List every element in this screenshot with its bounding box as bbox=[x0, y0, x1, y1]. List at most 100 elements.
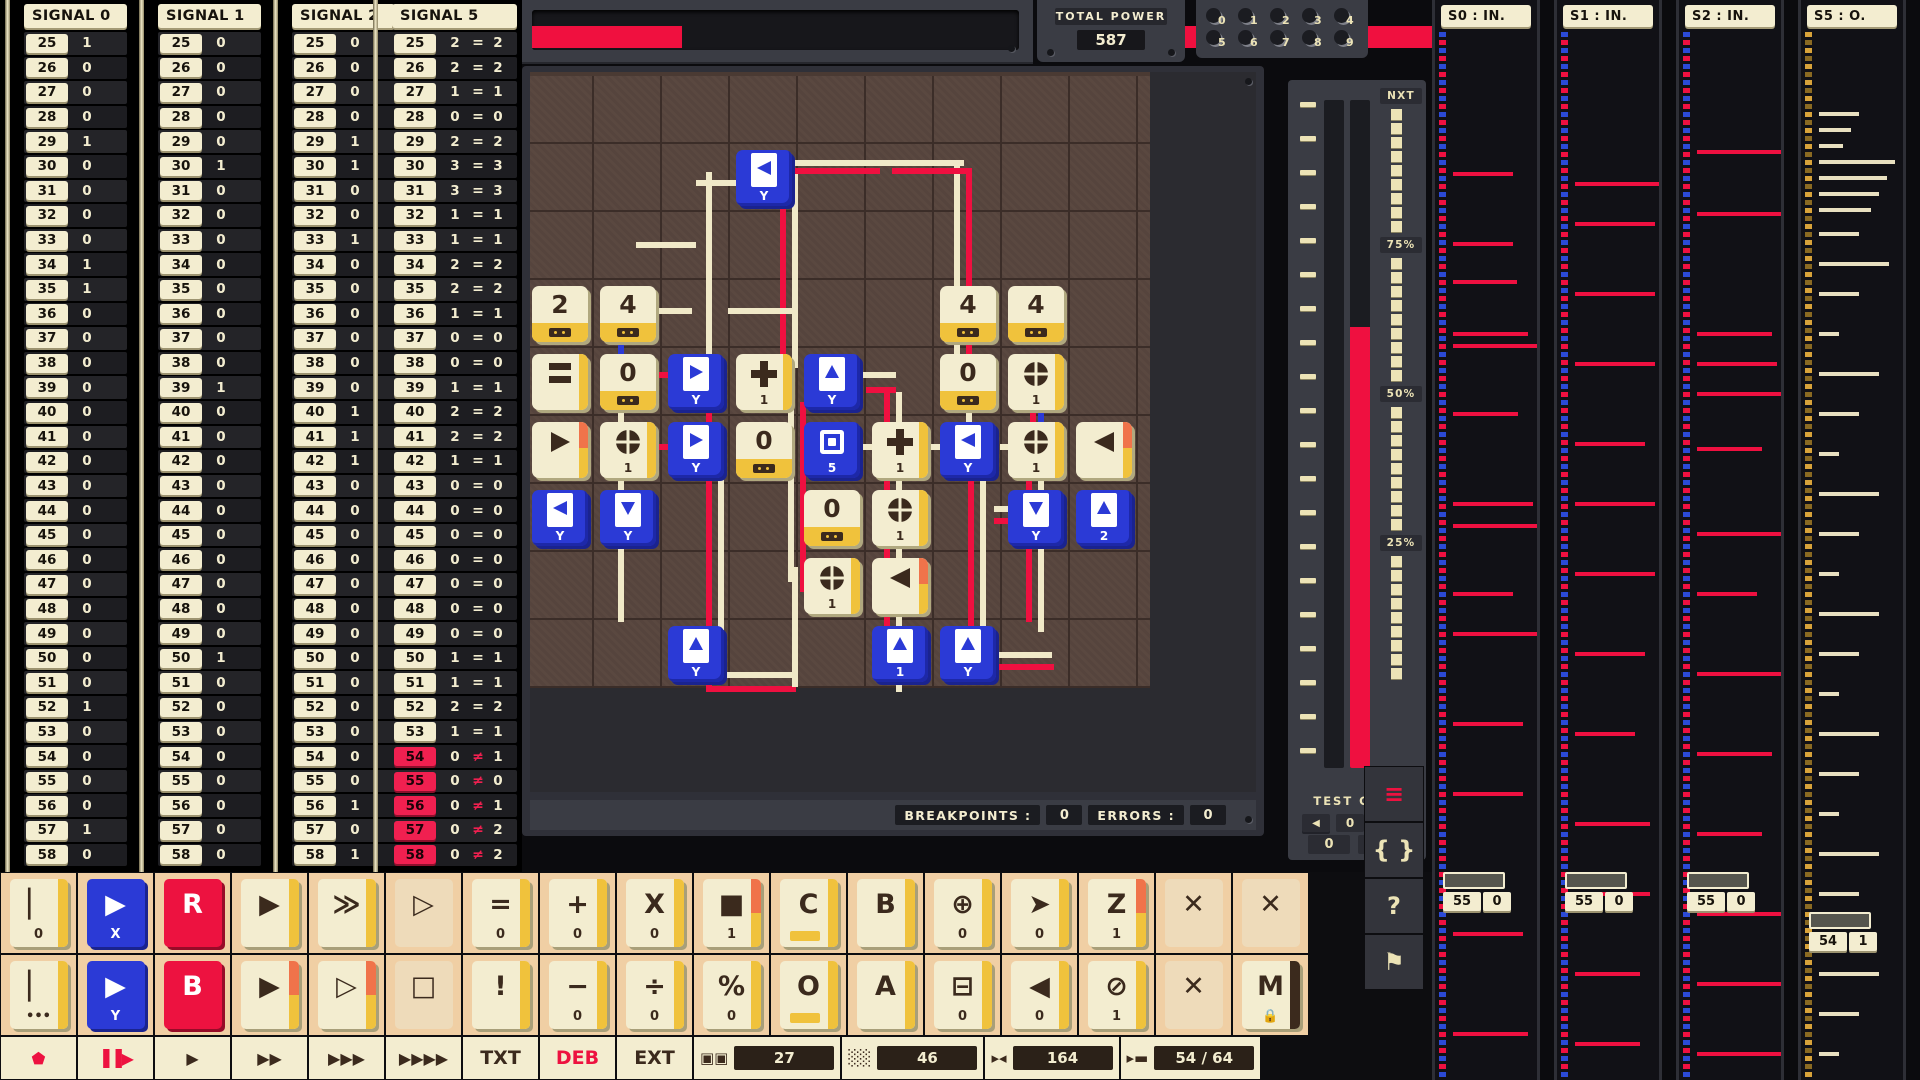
circuit-node[interactable] bbox=[1076, 422, 1132, 478]
toolbar-tile[interactable]: ⊕0 bbox=[934, 879, 992, 947]
circuit-node[interactable]: 4 bbox=[600, 286, 656, 342]
toolbar-tile[interactable]: ▷ bbox=[318, 961, 376, 1029]
toolbar-counter[interactable]: ▸◂164 bbox=[984, 1036, 1119, 1080]
toolbar-tile[interactable]: ▶ bbox=[241, 961, 299, 1029]
toolbar-tile-slot[interactable]: ▶Y bbox=[77, 954, 154, 1036]
circuit-wire[interactable] bbox=[886, 160, 964, 166]
signal-row[interactable]: 303=3 bbox=[392, 154, 522, 179]
signal-row[interactable]: 330 bbox=[158, 228, 266, 253]
circuit-node[interactable]: 1 bbox=[872, 626, 928, 682]
signal-row[interactable]: 310 bbox=[158, 179, 266, 204]
flag-icon[interactable]: ⚑ bbox=[1364, 934, 1424, 990]
signal-row[interactable]: 342=2 bbox=[392, 252, 522, 277]
toolbar-tile-slot[interactable]: ◀0 bbox=[1001, 954, 1078, 1036]
toolbar-tile[interactable]: ▷ bbox=[395, 879, 453, 947]
signal-row[interactable]: 331=1 bbox=[392, 228, 522, 253]
signal-row[interactable]: 430=0 bbox=[392, 474, 522, 499]
circuit-wire[interactable] bbox=[792, 567, 798, 687]
toolbar-tile[interactable]: Z1 bbox=[1088, 879, 1146, 947]
signal-row[interactable]: 511=1 bbox=[392, 670, 522, 695]
grid-cell[interactable] bbox=[662, 280, 730, 348]
grid-cell[interactable] bbox=[730, 212, 798, 280]
signal-row[interactable]: 550 bbox=[24, 769, 132, 794]
signal-row[interactable]: 340 bbox=[158, 252, 266, 277]
signal-row[interactable]: 402=2 bbox=[392, 400, 522, 425]
toolbar-tile[interactable]: X0 bbox=[626, 879, 684, 947]
signal-row[interactable]: 320 bbox=[24, 203, 132, 228]
grid-cell[interactable] bbox=[1070, 212, 1138, 280]
grid-cell[interactable] bbox=[798, 212, 866, 280]
keypad-key-9[interactable]: 9 bbox=[1334, 30, 1358, 52]
signal-row[interactable]: 580≠2 bbox=[392, 843, 522, 868]
toolbar-tile-slot[interactable]: ▏••• bbox=[0, 954, 77, 1036]
signal-row[interactable]: 370 bbox=[158, 326, 266, 351]
signal-row[interactable]: 420 bbox=[158, 449, 266, 474]
toolbar-tile[interactable]: M🔒 bbox=[1242, 961, 1300, 1029]
signal-row[interactable]: 450 bbox=[158, 523, 266, 548]
grid-cell[interactable] bbox=[866, 280, 934, 348]
signal-row[interactable]: 501 bbox=[158, 646, 266, 671]
signal-row[interactable]: 521 bbox=[24, 695, 132, 720]
signal-row[interactable]: 470=0 bbox=[392, 572, 522, 597]
grid-cell[interactable] bbox=[1070, 348, 1138, 416]
signal-row[interactable]: 250 bbox=[158, 31, 266, 56]
toolbar-mode-button[interactable]: EXT bbox=[616, 1036, 693, 1080]
signal-row[interactable]: 430 bbox=[24, 474, 132, 499]
signal-row[interactable]: 440 bbox=[24, 498, 132, 523]
toolbar-tile-slot[interactable]: ■1 bbox=[693, 872, 770, 954]
circuit-node[interactable]: 5 bbox=[804, 422, 860, 478]
signal-row[interactable]: 390 bbox=[24, 375, 132, 400]
circuit-node[interactable]: Y bbox=[668, 422, 724, 478]
circuit-wire[interactable] bbox=[706, 172, 712, 362]
signal-row[interactable]: 510 bbox=[158, 670, 266, 695]
circuit-wire[interactable] bbox=[968, 472, 974, 652]
toolbar-tile-slot[interactable]: +0 bbox=[539, 872, 616, 954]
signal-row[interactable]: 550≠0 bbox=[392, 769, 522, 794]
circuit-node[interactable]: 0 bbox=[600, 354, 656, 410]
signal-row[interactable]: 560≠1 bbox=[392, 793, 522, 818]
grid-cell[interactable] bbox=[934, 76, 1002, 144]
toolbar-tile[interactable]: ✕ bbox=[1165, 961, 1223, 1029]
toolbar-speed-button[interactable]: ▶▶▶▶ bbox=[385, 1036, 462, 1080]
scope-waveform[interactable]: 550 bbox=[1435, 32, 1537, 1080]
signal-row[interactable]: 391=1 bbox=[392, 375, 522, 400]
toolbar-tile[interactable]: O bbox=[780, 961, 838, 1029]
signal-row[interactable]: 260 bbox=[158, 56, 266, 81]
toolbar-tile[interactable]: □ bbox=[395, 961, 453, 1029]
signal-row[interactable]: 570≠2 bbox=[392, 818, 522, 843]
toolbar-tile-slot[interactable]: ÷0 bbox=[616, 954, 693, 1036]
toolbar-tile-slot[interactable]: B bbox=[847, 872, 924, 954]
toolbar-tile-slot[interactable]: −0 bbox=[539, 954, 616, 1036]
signal-row[interactable]: 450 bbox=[24, 523, 132, 548]
signal-row[interactable]: 570 bbox=[158, 818, 266, 843]
grid-cell[interactable] bbox=[594, 76, 662, 144]
signal-row[interactable]: 301 bbox=[158, 154, 266, 179]
toolbar-tile[interactable]: ✕ bbox=[1242, 879, 1300, 947]
signal-row[interactable]: 480=0 bbox=[392, 597, 522, 622]
toolbar-tile-slot[interactable]: ✕ bbox=[1155, 872, 1232, 954]
keypad-key-4[interactable]: 4 bbox=[1334, 8, 1358, 30]
toolbar-tile[interactable]: B bbox=[164, 961, 222, 1029]
signal-row[interactable]: 540≠1 bbox=[392, 744, 522, 769]
toolbar-tile-slot[interactable]: %0 bbox=[693, 954, 770, 1036]
signal-row[interactable]: 580 bbox=[24, 843, 132, 868]
grid-cell[interactable] bbox=[1070, 144, 1138, 212]
toolbar-tile-slot[interactable]: O bbox=[770, 954, 847, 1036]
signal-row[interactable]: 280 bbox=[158, 105, 266, 130]
signal-row[interactable]: 391 bbox=[158, 375, 266, 400]
toolbar-tile[interactable]: −0 bbox=[549, 961, 607, 1029]
grid-cell[interactable] bbox=[866, 76, 934, 144]
circuit-node[interactable] bbox=[532, 422, 588, 478]
toolbar-tile[interactable]: =0 bbox=[472, 879, 530, 947]
grid-cell[interactable] bbox=[798, 144, 866, 212]
signal-row[interactable]: 560 bbox=[24, 793, 132, 818]
grid-cell[interactable] bbox=[1070, 280, 1138, 348]
signal-row[interactable]: 580 bbox=[158, 843, 266, 868]
circuit-node[interactable]: Y bbox=[600, 490, 656, 546]
signal-row[interactable]: 410 bbox=[158, 425, 266, 450]
grid-cell[interactable] bbox=[798, 280, 866, 348]
help-icon[interactable]: ? bbox=[1364, 878, 1424, 934]
signal-row[interactable]: 522=2 bbox=[392, 695, 522, 720]
signal-row[interactable]: 571 bbox=[24, 818, 132, 843]
signal-row[interactable]: 300 bbox=[24, 154, 132, 179]
